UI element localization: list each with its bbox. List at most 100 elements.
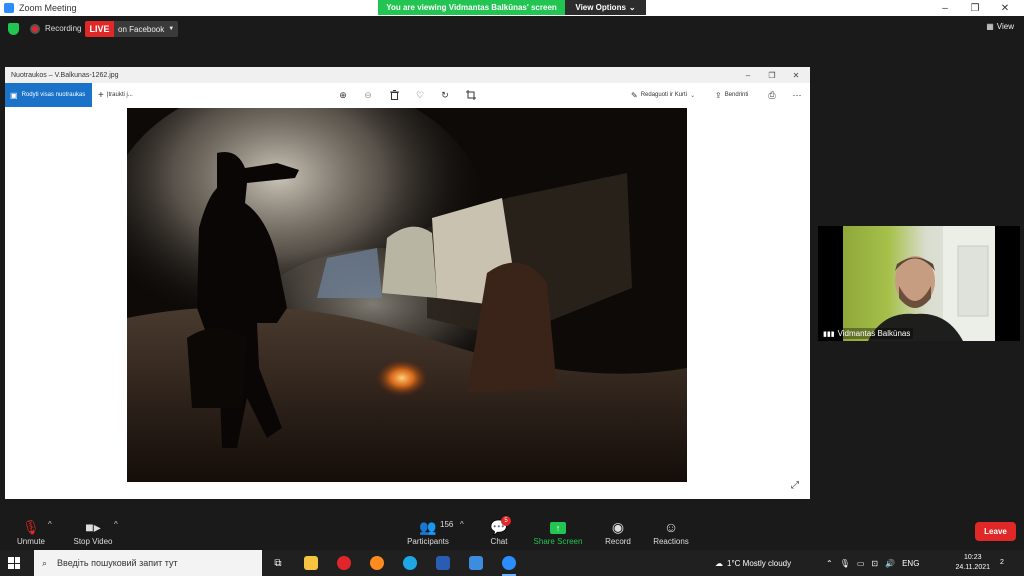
battery-icon[interactable]: ▭ [857, 559, 865, 568]
recording-icon [30, 24, 40, 34]
notifications-count: 2 [1000, 559, 1004, 566]
weather-widget[interactable]: ☁ 1°C Mostly cloudy [715, 550, 791, 576]
rotate-icon[interactable]: ↻ [439, 89, 451, 101]
fullscreen-expand-icon[interactable]: ⤢ [791, 480, 799, 491]
share-screen-icon: ↑ [550, 522, 566, 534]
caret-down-icon: ▼ [168, 26, 175, 32]
cloud-icon: ☁ [715, 558, 723, 568]
chat-label: Chat [490, 537, 508, 546]
meeting-toolbar: 🎙 Unmute ^ ■▸ Stop Video ^ 👥 Participant… [0, 510, 1024, 550]
record-label: Record [605, 537, 631, 546]
chevron-down-icon: ⌄ [628, 3, 636, 12]
record-icon: ◉ [611, 519, 625, 535]
photos-toolbar: ▣ Rodyti visas nuotraukas + Įtraukti į..… [5, 83, 810, 107]
add-to-button[interactable]: + Įtraukti į... [98, 83, 133, 107]
task-view-icon[interactable]: ⧉ [268, 553, 288, 573]
participants-options-caret-icon[interactable]: ^ [460, 520, 464, 529]
video-camera-icon: ■▸ [85, 519, 101, 535]
photos-app-icon[interactable] [466, 553, 486, 573]
participants-icon: 👥 [419, 519, 437, 535]
leave-button[interactable]: Leave [975, 522, 1016, 541]
windows-start-icon[interactable] [8, 557, 20, 569]
firefox-icon[interactable] [367, 553, 387, 573]
network-icon[interactable]: ⊡ [871, 559, 878, 568]
edit-create-button[interactable]: ✎ Redaguoti ir Kurti ⌄ [631, 83, 695, 107]
grid-view-icon: ▦ [986, 22, 994, 31]
view-options-button[interactable]: View Options ⌄ [565, 0, 646, 15]
photos-window-title: Nuotraukos – V.Balkunas-1262.jpg [11, 71, 119, 79]
microphone-muted-icon: 🎙 [22, 519, 40, 535]
edit-icon: ✎ [631, 90, 638, 100]
zoom-app-icon [4, 3, 14, 13]
plus-icon: + [98, 89, 104, 101]
participant-video-tile[interactable]: ▮▮▮ Vidmantas Balkūnas [818, 226, 1020, 341]
share-label: Bendrinti [724, 92, 749, 98]
skype-icon[interactable] [400, 553, 420, 573]
search-icon: ⌕ [42, 557, 48, 568]
recording-label: Recording [45, 24, 82, 33]
share-screen-label: Share Screen [533, 537, 583, 546]
chevron-up-icon[interactable]: ⌃ [826, 559, 833, 568]
photo-illustration [127, 108, 687, 482]
live-target-dropdown[interactable]: on Facebook ▼ [114, 21, 178, 37]
delete-icon[interactable] [388, 89, 400, 101]
photos-minimize-button[interactable]: – [736, 67, 760, 83]
close-button[interactable]: ✕ [990, 0, 1020, 16]
audio-options-caret-icon[interactable]: ^ [48, 520, 52, 529]
opera-icon[interactable] [334, 553, 354, 573]
share-screen-button[interactable]: ↑ Share Screen [532, 510, 584, 550]
system-tray: ⌃ 🎙 ▭ ⊡ 🔊 ENG [826, 550, 919, 576]
zoom-taskbar-icon[interactable] [499, 553, 519, 576]
clock-date: 24.11.2021 [955, 564, 990, 571]
reactions-button[interactable]: ☺ Reactions [652, 510, 690, 550]
viewing-label: You are viewing Vidmantas Balkūnas' scre… [378, 0, 565, 15]
chat-button[interactable]: 💬 Chat [484, 510, 514, 550]
screen-share-banner: You are viewing Vidmantas Balkūnas' scre… [378, 0, 646, 15]
microphone-icon[interactable]: 🎙 [840, 559, 850, 568]
smiley-plus-icon: ☺ [663, 519, 679, 535]
participants-button[interactable]: 👥 Participants [405, 510, 451, 550]
zoom-in-icon[interactable]: ⊕ [337, 89, 349, 101]
print-icon[interactable]: ⎙ [766, 89, 778, 101]
view-button[interactable]: ▦ View [986, 22, 1014, 31]
crop-icon[interactable] [465, 89, 477, 101]
unmute-label: Unmute [16, 537, 45, 546]
photos-gallery-icon: ▣ [10, 90, 18, 100]
encryption-shield-icon[interactable] [8, 23, 19, 35]
participant-name-label: ▮▮▮ Vidmantas Balkūnas [820, 328, 914, 339]
word-icon[interactable] [433, 553, 453, 573]
photos-maximize-button[interactable]: ❐ [760, 67, 784, 83]
share-button[interactable]: ⇪ Bendrinti [715, 83, 748, 107]
taskbar-search-box[interactable]: ⌕ Введіть пошуковий запит тут [34, 550, 262, 576]
zoom-out-icon[interactable]: ⊖ [362, 89, 374, 101]
chat-unread-badge: 5 [501, 516, 511, 526]
night-camp-photo [127, 108, 687, 482]
chevron-down-icon: ⌄ [690, 92, 696, 99]
view-label: View [996, 22, 1014, 31]
video-options-caret-icon[interactable]: ^ [114, 520, 118, 529]
shared-screen-photos-window: Nuotraukos – V.Balkunas-1262.jpg – ❐ ✕ ▣… [5, 67, 810, 499]
favorite-heart-icon[interactable]: ♡ [414, 89, 426, 101]
show-all-photos-button[interactable]: ▣ Rodyti visas nuotraukas [5, 83, 92, 107]
signal-bars-icon: ▮▮▮ [823, 330, 835, 338]
maximize-button[interactable]: ❐ [960, 0, 990, 16]
minimize-button[interactable]: – [930, 0, 960, 16]
add-to-label: Įtraukti į... [106, 92, 133, 98]
file-explorer-icon[interactable] [301, 553, 321, 573]
view-options-label: View Options [575, 3, 626, 12]
share-icon: ⇪ [715, 90, 722, 100]
window-title: Zoom Meeting [19, 3, 77, 13]
language-indicator[interactable]: ENG [902, 559, 919, 568]
stop-video-label: Stop Video [73, 537, 113, 546]
volume-icon[interactable]: 🔊 [885, 559, 895, 568]
live-target-label: on Facebook [118, 24, 165, 34]
more-options-icon[interactable]: ⋯ [791, 89, 803, 101]
live-badge[interactable]: LIVE [85, 21, 114, 37]
participant-name: Vidmantas Balkūnas [837, 329, 911, 338]
record-button[interactable]: ◉ Record [602, 510, 634, 550]
unmute-button[interactable]: 🎙 Unmute [14, 510, 48, 550]
taskbar-clock[interactable]: 10:23 24.11.2021 [955, 553, 990, 573]
stop-video-button[interactable]: ■▸ Stop Video [70, 510, 116, 550]
photos-close-button[interactable]: ✕ [784, 67, 808, 83]
notifications-icon[interactable]: 2 [1000, 556, 1014, 570]
